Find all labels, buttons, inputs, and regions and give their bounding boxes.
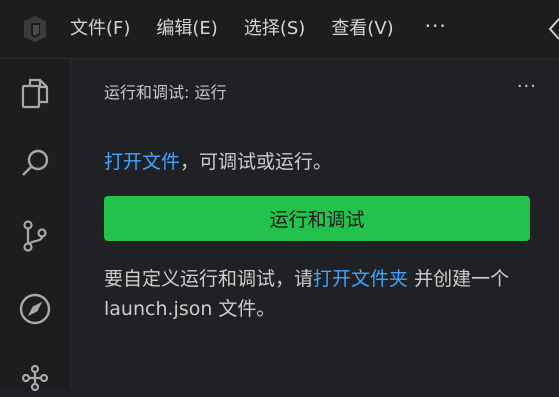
back-arrow-icon[interactable] (547, 16, 559, 46)
menu-edit[interactable]: 编辑(E) (143, 0, 230, 58)
launch-text-before: 要自定义运行和调试，请 (104, 268, 314, 290)
sidebar-more-button[interactable]: ··· (517, 76, 537, 97)
extensions-icon[interactable] (15, 357, 55, 397)
sidebar-title: 运行和调试: 运行 (104, 83, 227, 102)
menu-file[interactable]: 文件(F) (70, 0, 143, 58)
menu-bar: 文件(F) 编辑(E) 选择(S) 查看(V) ··· (70, 0, 465, 58)
menu-view[interactable]: 查看(V) (318, 0, 406, 58)
run-debug-sidebar: 运行和调试: 运行 ··· 打开文件，可调试或运行。 运行和调试 要自定义运行和… (71, 59, 559, 390)
search-icon[interactable] (15, 144, 55, 184)
launch-config-message: 要自定义运行和调试，请打开文件夹 并创建一个 launch.json 文件。 (104, 264, 544, 324)
open-file-link[interactable]: 打开文件 (104, 151, 180, 173)
explorer-icon[interactable] (15, 73, 55, 113)
menu-selection[interactable]: 选择(S) (231, 0, 318, 58)
run-debug-icon[interactable] (15, 289, 55, 329)
open-folder-link[interactable]: 打开文件夹 (313, 268, 408, 290)
run-and-debug-button[interactable]: 运行和调试 (104, 196, 530, 241)
open-file-text: ，可调试或运行。 (180, 151, 333, 173)
activity-bar (0, 59, 71, 392)
source-control-icon[interactable] (15, 216, 55, 256)
open-file-message: 打开文件，可调试或运行。 (104, 147, 332, 174)
title-bar: 文件(F) 编辑(E) 选择(S) 查看(V) ··· (0, 0, 559, 59)
app-logo-icon[interactable] (0, 0, 70, 58)
menu-more-button[interactable]: ··· (407, 14, 465, 44)
